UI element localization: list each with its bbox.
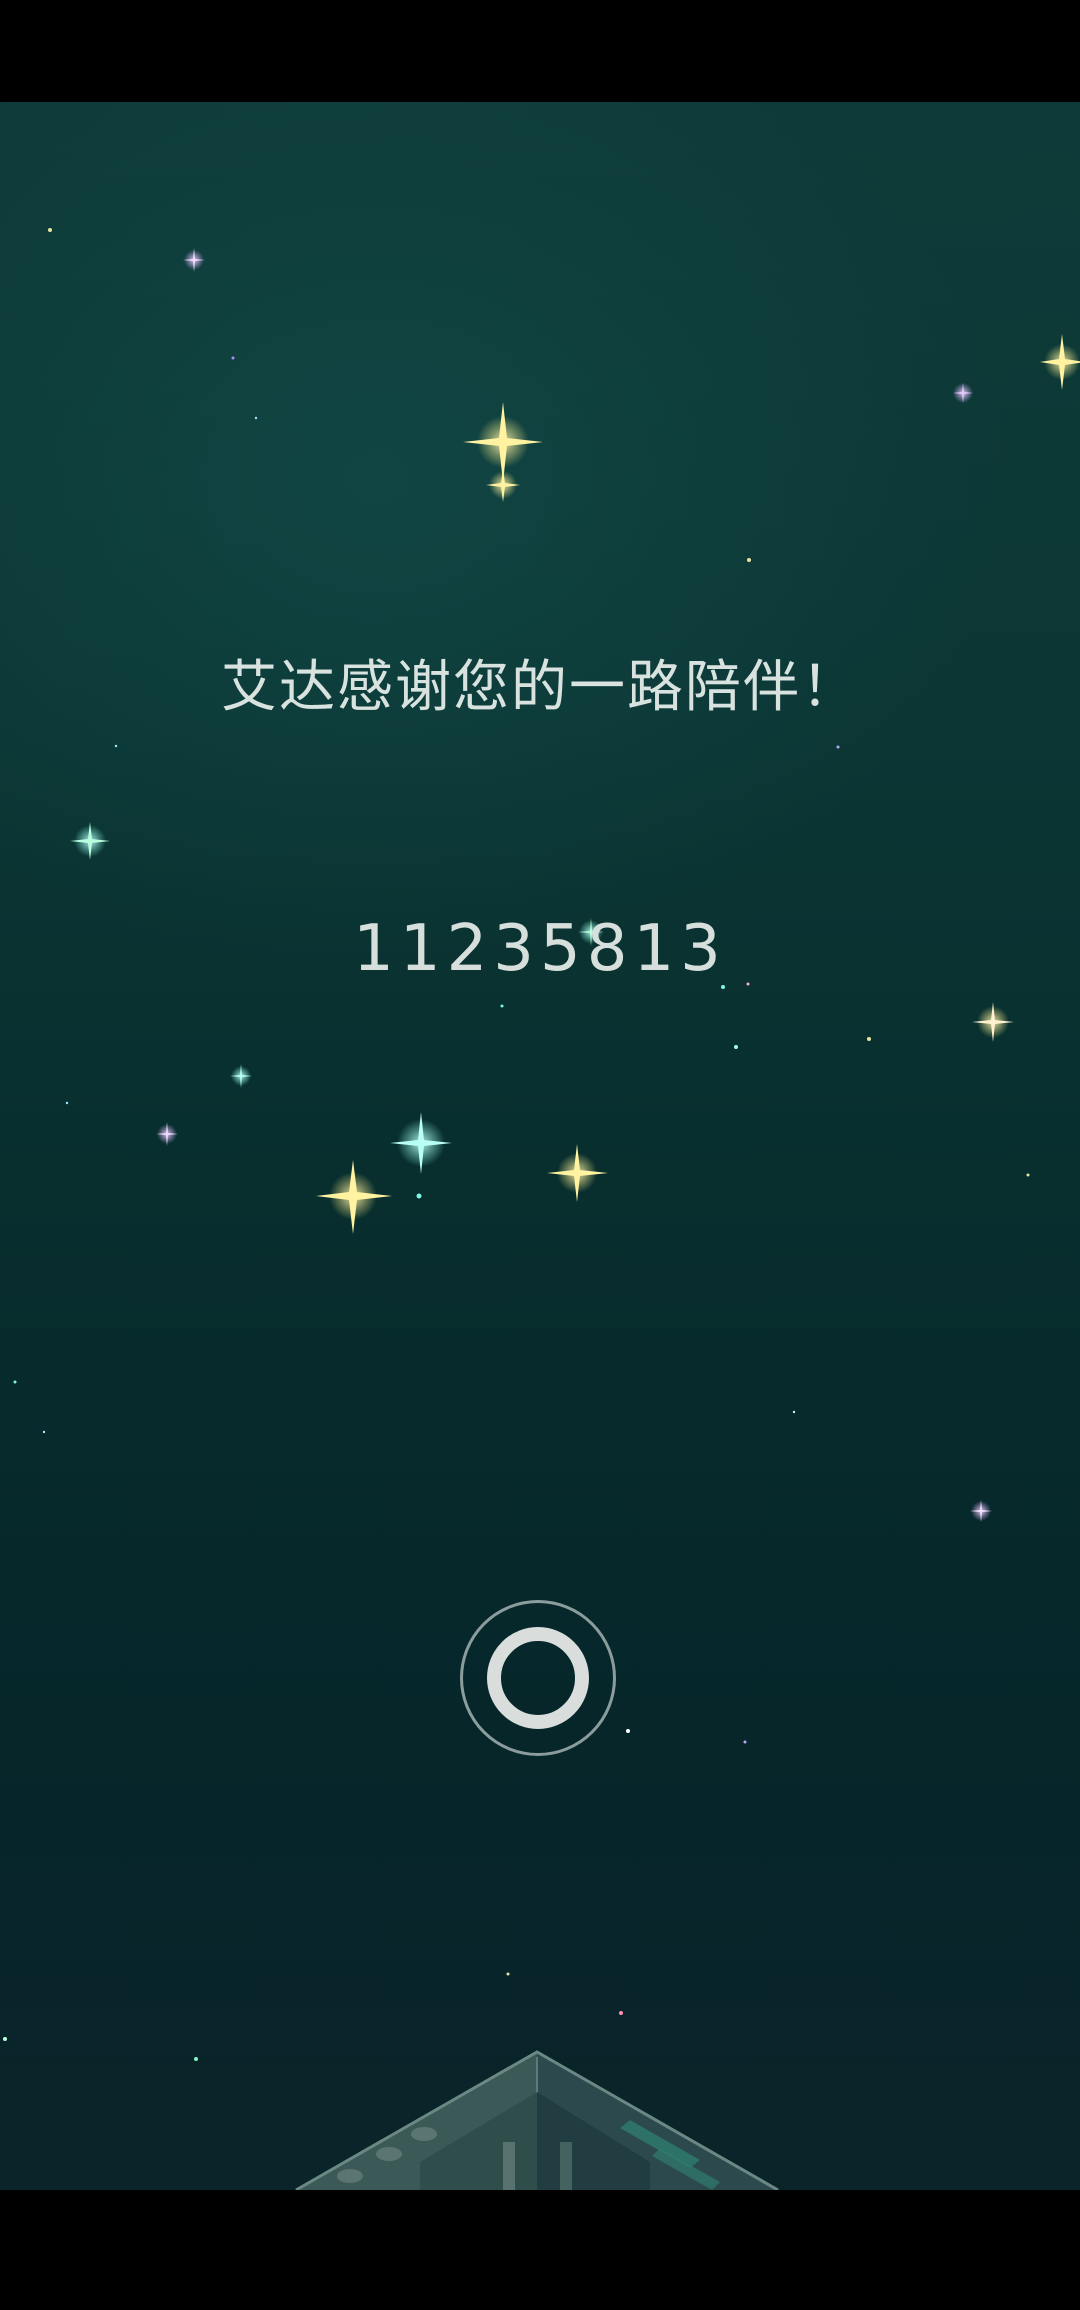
star-dots: [3, 228, 1030, 2061]
secret-code: 11235813: [353, 912, 727, 986]
star-icon: [390, 1112, 452, 1174]
game-screen: 艾达感谢您的一路陪伴！ 11235813: [0, 0, 1080, 2310]
star-icon: [1040, 334, 1080, 390]
star-icon: [486, 468, 520, 502]
star-icon: [70, 822, 110, 860]
star-icon: [972, 1002, 1014, 1042]
star-icon: [183, 248, 205, 272]
ring-icon: [487, 1627, 589, 1729]
ring-button[interactable]: [460, 1600, 616, 1756]
starfield: [3, 228, 1080, 2061]
star-icon: [547, 1144, 608, 1202]
star-icon: [970, 1500, 992, 1522]
navigation-bar: [0, 2190, 1080, 2310]
status-bar: [0, 0, 1080, 102]
star-icon: [156, 1122, 178, 1146]
night-sky-scene[interactable]: 艾达感谢您的一路陪伴！ 11235813: [0, 102, 1080, 2190]
star-icon: [953, 383, 973, 403]
thanks-message: 艾达感谢您的一路陪伴！: [221, 655, 859, 720]
star-icon: [316, 1160, 392, 1234]
star-icon: [230, 1064, 252, 1088]
